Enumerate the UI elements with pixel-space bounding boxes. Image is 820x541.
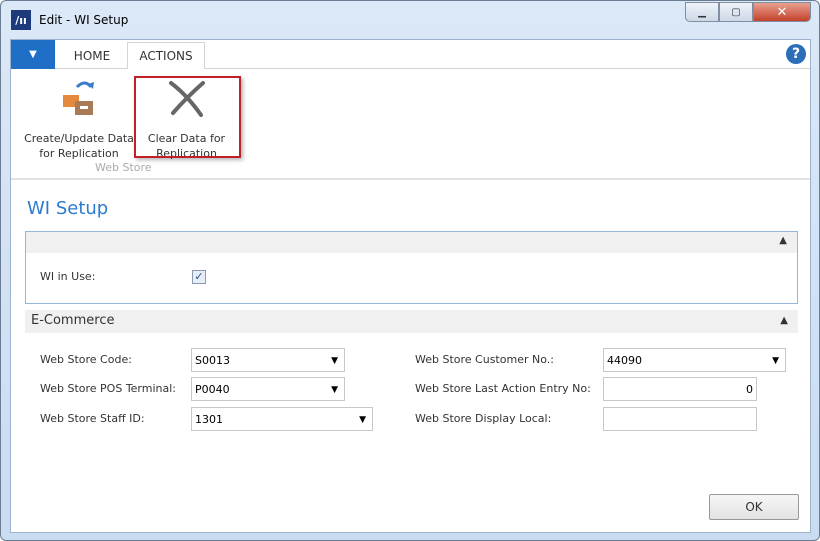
app-logo-icon: /ıı bbox=[11, 10, 31, 30]
web-store-code-field[interactable]: S0013 ▼ bbox=[191, 348, 345, 372]
ribbon-group-label: Web Store bbox=[95, 161, 152, 174]
pos-terminal-field[interactable]: P0040 ▼ bbox=[191, 377, 345, 401]
ok-button[interactable]: OK bbox=[709, 494, 799, 520]
window-title: Edit - WI Setup bbox=[39, 13, 129, 27]
chevron-up-icon[interactable]: ▲ bbox=[780, 315, 788, 326]
customer-no-label: Web Store Customer No.: bbox=[415, 353, 554, 366]
caret-down-icon: ▼ bbox=[29, 49, 37, 60]
boxes-sync-icon bbox=[23, 77, 135, 119]
last-action-field[interactable]: 0 bbox=[603, 377, 757, 401]
client-area: ▼ HOME ACTIONS ? Create/Update Data for … bbox=[10, 39, 811, 533]
customer-no-field[interactable]: 44090 ▼ bbox=[603, 348, 786, 372]
tab-home[interactable]: HOME bbox=[57, 42, 127, 69]
ribbon-tabs: ▼ HOME ACTIONS ? bbox=[11, 40, 810, 70]
ecommerce-header[interactable]: E-Commerce ▲ bbox=[25, 310, 798, 333]
ribbon: Create/Update Data for Replication Clear… bbox=[11, 69, 810, 180]
display-local-label: Web Store Display Local: bbox=[415, 412, 552, 425]
minimize-button[interactable]: ▁ bbox=[685, 2, 719, 22]
dropdown-arrow-icon: ▼ bbox=[359, 415, 366, 425]
window: /ıı Edit - WI Setup ▁ ▢ ✕ ▼ HOME ACTIONS… bbox=[0, 0, 820, 541]
ecommerce-title: E-Commerce bbox=[31, 313, 115, 328]
chevron-up-icon[interactable]: ▲ bbox=[779, 235, 787, 246]
wi-in-use-checkbox[interactable]: ✓ bbox=[192, 270, 206, 284]
staff-id-field[interactable]: 1301 ▼ bbox=[191, 407, 373, 431]
staff-id-label: Web Store Staff ID: bbox=[40, 412, 145, 425]
close-button[interactable]: ✕ bbox=[753, 2, 811, 22]
tab-actions[interactable]: ACTIONS bbox=[127, 42, 205, 70]
general-fasttab: ▲ WI in Use: ✓ bbox=[25, 231, 798, 304]
help-icon[interactable]: ? bbox=[786, 44, 806, 64]
dropdown-arrow-icon: ▼ bbox=[331, 385, 338, 395]
create-label-line1: Create/Update Data bbox=[24, 132, 134, 145]
page-title: WI Setup bbox=[27, 198, 109, 219]
create-label-line2: for Replication bbox=[39, 147, 119, 160]
wi-in-use-label: WI in Use: bbox=[40, 270, 96, 283]
title-bar: /ıı Edit - WI Setup bbox=[11, 8, 128, 32]
pos-terminal-label: Web Store POS Terminal: bbox=[40, 382, 177, 395]
app-menu-button[interactable]: ▼ bbox=[11, 40, 55, 69]
create-update-data-button[interactable]: Create/Update Data for Replication bbox=[23, 77, 135, 161]
dropdown-arrow-icon: ▼ bbox=[772, 356, 779, 366]
last-action-label: Web Store Last Action Entry No: bbox=[415, 382, 591, 395]
general-header[interactable]: ▲ bbox=[26, 232, 797, 253]
display-local-field[interactable] bbox=[603, 407, 757, 431]
dropdown-arrow-icon: ▼ bbox=[331, 356, 338, 366]
web-store-code-label: Web Store Code: bbox=[40, 353, 132, 366]
maximize-button[interactable]: ▢ bbox=[719, 2, 753, 22]
highlight-box bbox=[134, 76, 241, 158]
